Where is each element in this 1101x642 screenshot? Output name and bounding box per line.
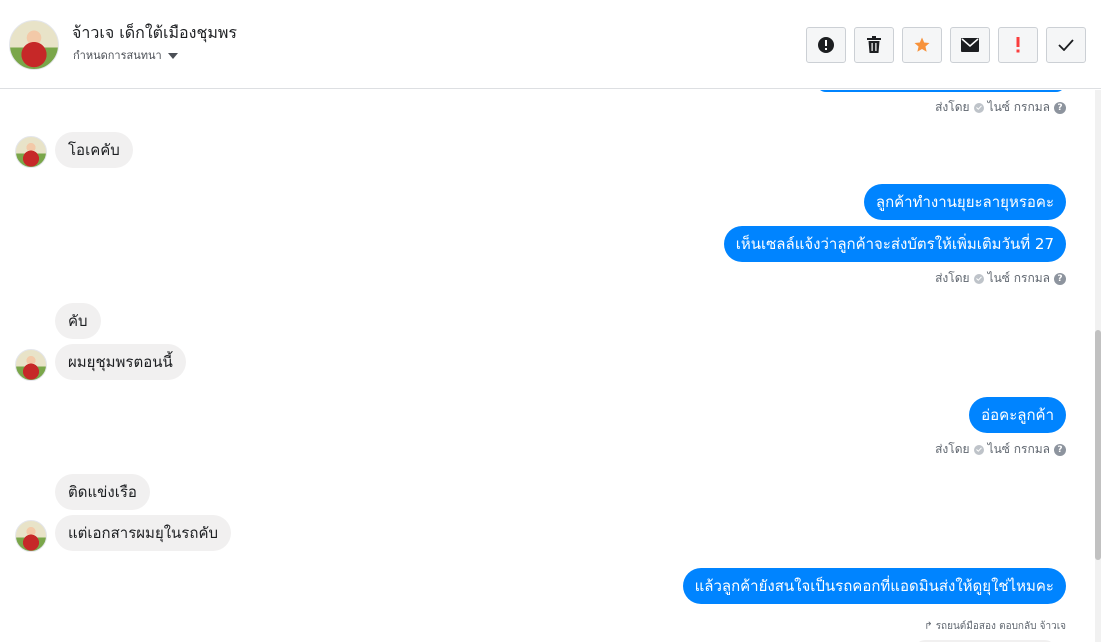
contact-avatar[interactable] <box>9 20 59 70</box>
question-icon[interactable]: ? <box>1054 272 1066 285</box>
question-icon[interactable]: ? <box>1054 101 1066 114</box>
scrollbar-thumb[interactable] <box>1095 330 1101 560</box>
reply-note: ↱ รถยนต์มือสอง ตอบกลับ จ้าวเจ <box>924 619 1066 634</box>
sent-by-info: ส่งโดย ไนซ์ กรกมล ? <box>935 440 1066 459</box>
sent-by-label: ส่งโดย <box>935 442 970 456</box>
outgoing-message-bubble[interactable]: เห็นเซลล์แจ้งว่าลูกค้าจะส่งบัตรให้เพิ่มเ… <box>723 226 1066 262</box>
mark-done-button[interactable] <box>1046 27 1086 63</box>
question-icon[interactable]: ? <box>1054 443 1066 456</box>
trash-icon <box>867 36 881 53</box>
message-thread[interactable]: ส่งโดย ไนซ์ กรกมล ? โอเคคับ ลูกค้าทำงานย… <box>0 90 1101 642</box>
incoming-message-bubble[interactable]: ติดแข่งเรือ <box>55 474 150 510</box>
sender-name: ไนซ์ กรกมล <box>987 442 1050 456</box>
sent-by-info: ส่งโดย ไนซ์ กรกมล ? <box>935 98 1066 117</box>
star-icon <box>914 37 930 52</box>
sender-name: ไนซ์ กรกมล <box>987 271 1050 285</box>
reply-note-text: รถยนต์มือสอง ตอบกลับ จ้าวเจ <box>935 621 1066 632</box>
report-button[interactable] <box>806 27 846 63</box>
sent-by-info: ส่งโดย ไนซ์ กรกมล ? <box>935 269 1066 288</box>
exclamation-icon <box>1016 37 1020 53</box>
outgoing-message-bubble[interactable]: อ่อคะลูกค้า <box>969 397 1066 433</box>
schedule-label: กำหนดการสนทนา <box>73 49 162 62</box>
outgoing-message-bubble[interactable]: แล้วลูกค้ายังสนใจเป็นรถคอกที่แอดมินส่งให… <box>682 568 1066 604</box>
check-circle-icon <box>973 102 984 113</box>
conversation-header: จ้าวเจ เด็กใต้เมืองชุมพร กำหนดการสนทนา <box>0 0 1101 89</box>
delete-button[interactable] <box>854 27 894 63</box>
incoming-message-bubble[interactable]: โอเคคับ <box>55 132 133 168</box>
incoming-message-bubble[interactable]: คับ <box>55 303 101 339</box>
envelope-icon <box>961 38 979 52</box>
alert-circle-icon <box>818 37 834 53</box>
contact-avatar[interactable] <box>15 520 47 552</box>
check-circle-icon <box>973 273 984 284</box>
sender-name: ไนซ์ กรกมล <box>987 100 1050 114</box>
contact-name[interactable]: จ้าวเจ เด็กใต้เมืองชุมพร <box>72 21 237 46</box>
action-toolbar <box>806 27 1086 63</box>
important-button[interactable] <box>998 27 1038 63</box>
incoming-message-bubble[interactable]: ผมยุชุมพรตอนนี้ <box>55 344 186 380</box>
star-button[interactable] <box>902 27 942 63</box>
check-circle-icon <box>973 444 984 455</box>
outgoing-message-bubble[interactable] <box>816 90 1066 92</box>
sent-by-label: ส่งโดย <box>935 271 970 285</box>
caret-down-icon <box>167 53 178 59</box>
reply-arrow-icon: ↱ <box>924 621 933 632</box>
mark-unread-button[interactable] <box>950 27 990 63</box>
conversation-schedule-dropdown[interactable]: กำหนดการสนทนา <box>73 46 178 64</box>
contact-avatar[interactable] <box>15 349 47 381</box>
contact-avatar[interactable] <box>15 136 47 168</box>
incoming-message-bubble[interactable]: แต่เอกสารผมยุในรถคับ <box>55 515 231 551</box>
check-icon <box>1058 39 1074 51</box>
sent-by-label: ส่งโดย <box>935 100 970 114</box>
outgoing-message-bubble[interactable]: ลูกค้าทำงานยุยะลายุหรอคะ <box>863 184 1066 220</box>
